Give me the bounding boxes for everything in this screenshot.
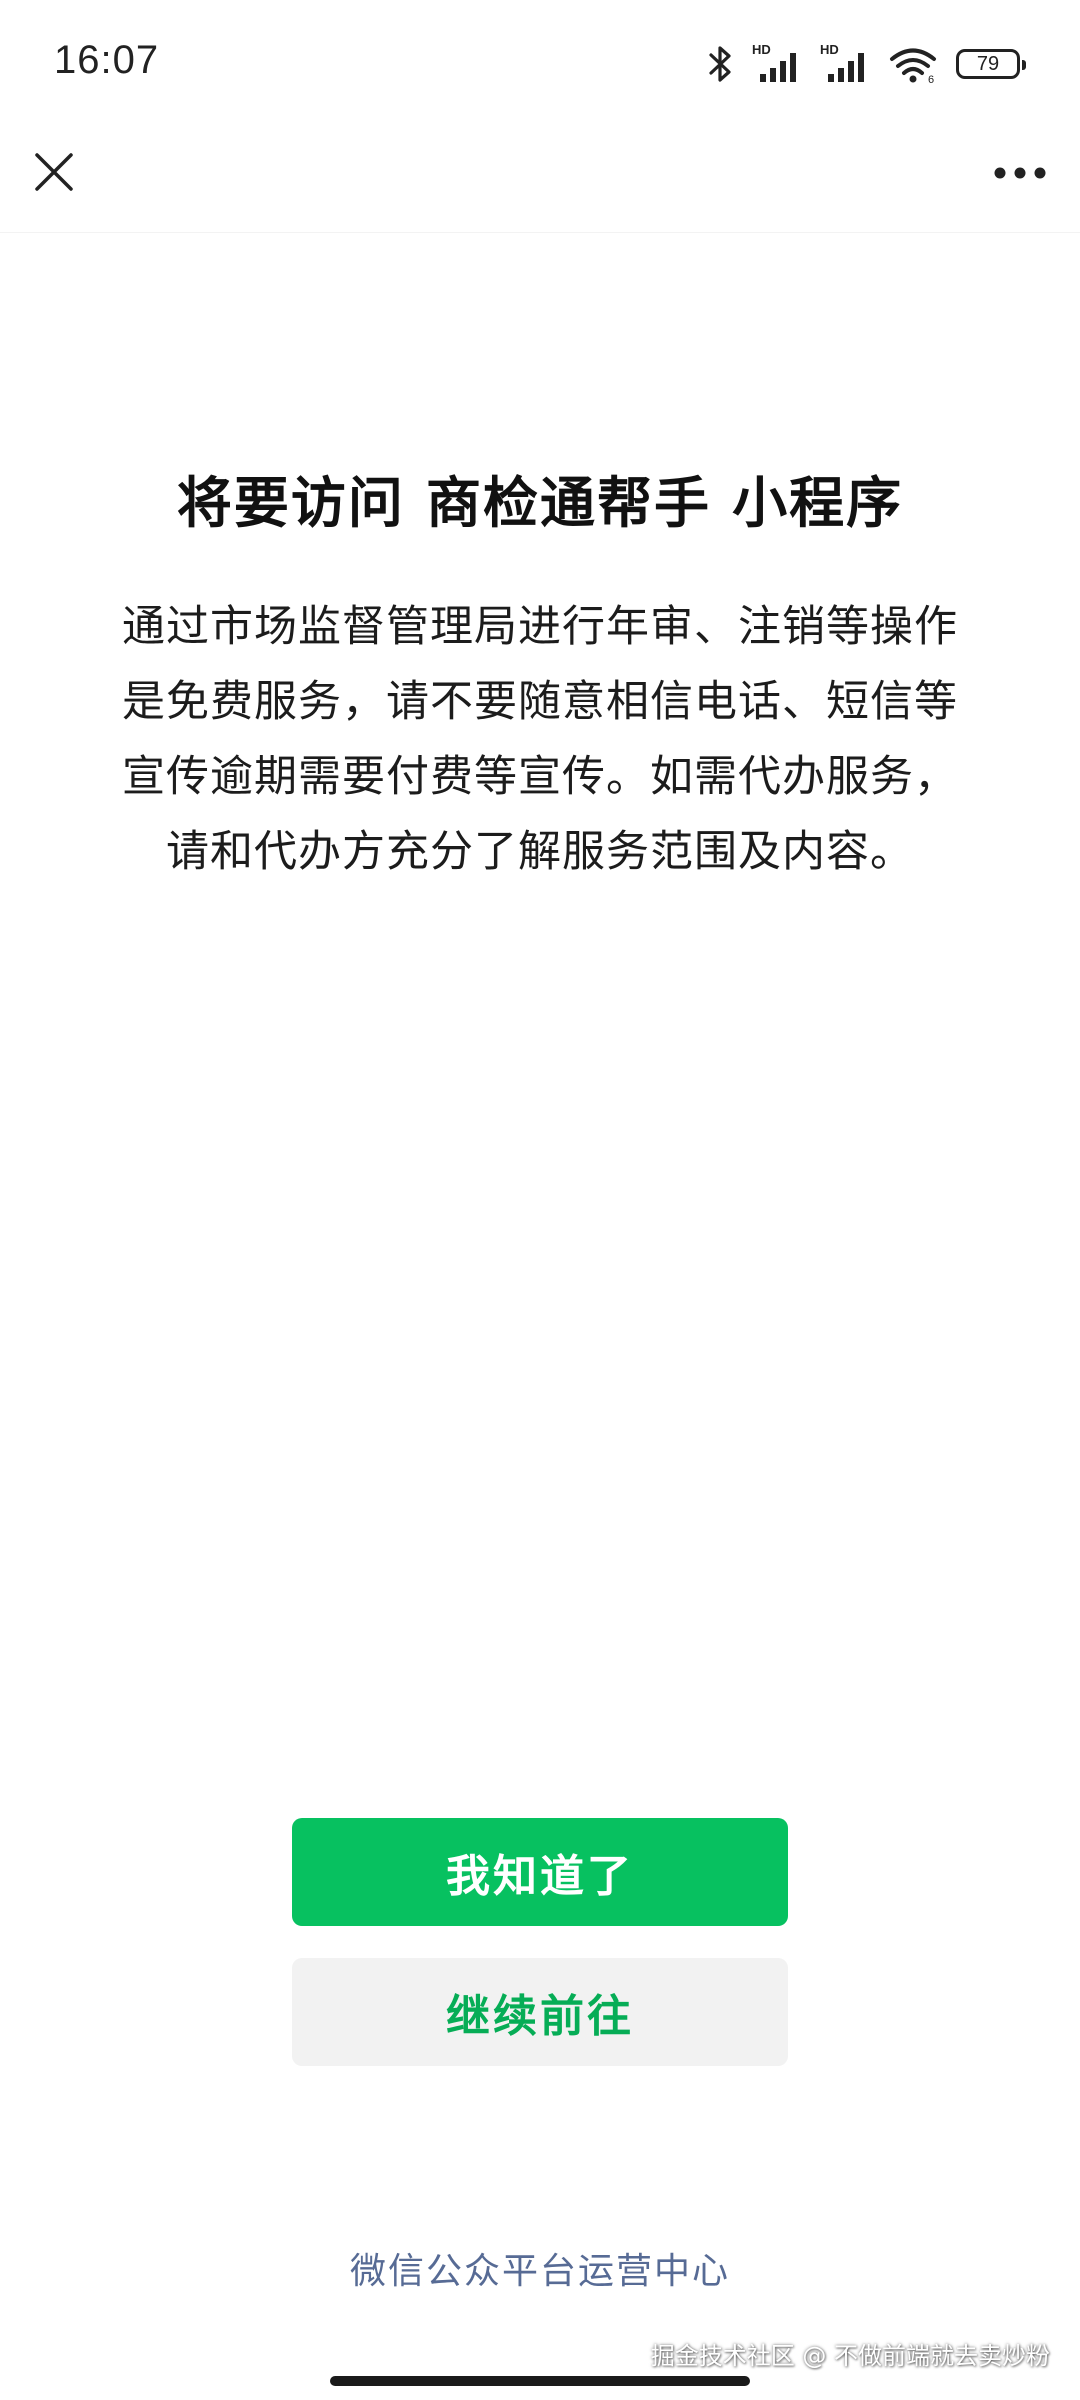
- wifi-icon: 6: [888, 44, 938, 84]
- screen: 16:07 HD HD 6 79 将要访问 商检通帮手 小程序 通过市场监督管理…: [0, 0, 1080, 2400]
- watermark: 掘金技术社区 @ 不做前端就去卖炒粉: [650, 2342, 1050, 2370]
- hd-signal-icon: HD: [752, 42, 802, 86]
- more-button[interactable]: [984, 142, 1056, 206]
- close-button[interactable]: [22, 142, 86, 206]
- hd-signal-icon: HD: [820, 42, 870, 86]
- nav-bar: [0, 120, 1080, 233]
- bluetooth-icon: [708, 44, 734, 84]
- notice-text: 通过市场监督管理局进行年审、注销等操作 是免费服务，请不要随意相信电话、短信等 …: [95, 590, 985, 890]
- operations-center-link[interactable]: 微信公众平台运营中心: [0, 2242, 1080, 2294]
- svg-text:6: 6: [928, 74, 934, 84]
- more-dots-icon: [993, 165, 1047, 184]
- battery-level: 79: [976, 52, 1000, 75]
- close-icon: [34, 152, 74, 196]
- home-indicator[interactable]: [330, 2376, 750, 2386]
- notice-line: 请和代办方充分了解服务范围及内容。: [166, 827, 914, 877]
- notice-line: 是免费服务，请不要随意相信电话、短信等: [122, 677, 958, 727]
- page-title: 将要访问 商检通帮手 小程序: [176, 471, 904, 535]
- status-time: 16:07: [54, 38, 160, 82]
- notice-line: 宣传逾期需要付费等宣传。如需代办服务，: [122, 752, 958, 802]
- status-bar: 16:07 HD HD 6 79: [0, 0, 1080, 120]
- notice-line: 通过市场监督管理局进行年审、注销等操作: [122, 602, 958, 652]
- acknowledge-button[interactable]: 我知道了: [292, 1818, 788, 1926]
- battery-icon: 79: [956, 49, 1026, 79]
- status-icons: HD HD 6 79: [708, 40, 1026, 88]
- continue-button[interactable]: 继续前往: [292, 1958, 788, 2066]
